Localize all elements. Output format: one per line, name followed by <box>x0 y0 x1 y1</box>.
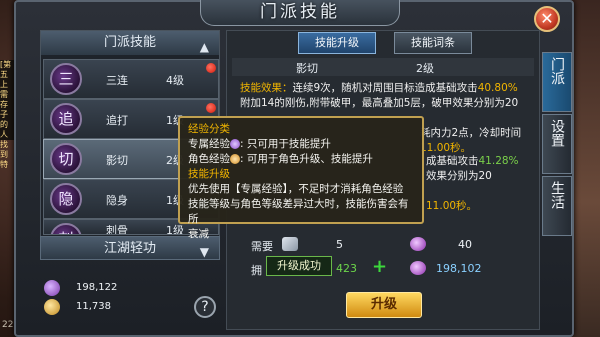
window-title: 门派技能 <box>260 2 340 22</box>
close-button[interactable]: ✕ <box>534 6 560 32</box>
purple-exp-icon <box>44 280 60 296</box>
skill-effect-line: 技能效果：连续9次，随机对周围目标造成基础攻击40.80% <box>240 82 518 94</box>
purple-exp-icon <box>410 237 426 251</box>
tooltip-line: 技能等级与角色等级差异过大时，技能伤害会有所 <box>188 198 409 225</box>
skill-icon: 隐 <box>50 183 82 215</box>
notification-dot <box>206 63 216 73</box>
side-tab-settings[interactable]: 设置 <box>542 114 572 174</box>
next-effect-line: 11.00秒。 <box>426 200 478 212</box>
skill-list-header[interactable]: 门派技能 ▲ <box>41 31 219 55</box>
add-button[interactable]: + <box>372 256 387 277</box>
notification-dot <box>206 103 216 113</box>
tooltip-heading: 技能升级 <box>188 168 230 180</box>
purple-exp-icon <box>410 261 426 275</box>
skill-icon: 三 <box>50 63 82 95</box>
have-exp: 198,102 <box>436 262 482 275</box>
currency-value: 198,122 <box>76 282 118 293</box>
skill-detail-level: 2级 <box>416 62 434 75</box>
role-exp-icon <box>230 154 240 164</box>
need-silver: 5 <box>336 238 343 251</box>
corner-level-text: 22 <box>2 320 14 330</box>
skill-icon: 追 <box>50 103 82 135</box>
upgrade-success-toast: 升级成功 <box>266 256 332 276</box>
skill-name: 隐身 <box>106 194 128 207</box>
tab-skill-entry[interactable]: 技能词条 <box>394 32 472 54</box>
skill-icon: 刺 <box>50 223 82 234</box>
currency-gold: 11,738 <box>44 299 154 315</box>
side-tab-sect[interactable]: 门派 <box>542 52 572 112</box>
lightness-skill-title: 江湖轻功 <box>103 241 156 256</box>
upgrade-button[interactable]: 升级 <box>346 292 422 318</box>
tooltip-line: 角色经验: 可用于角色升级、技能提升 <box>188 153 373 165</box>
tooltip-heading: 经验分类 <box>188 123 230 135</box>
exclusive-exp-icon <box>230 139 240 149</box>
tooltip-line: 专属经验: 只可用于技能提升 <box>188 138 331 150</box>
tab-skill-upgrade[interactable]: 技能升级 <box>298 32 376 54</box>
skill-info-header: 影切 2级 <box>232 58 534 76</box>
skill-list-title: 门派技能 <box>103 35 156 50</box>
have-silver: 423 <box>336 262 357 275</box>
skill-icon: 切 <box>50 143 82 175</box>
currency-exp: 198,122 <box>44 280 154 296</box>
exp-tooltip: 经验分类 专属经验: 只可用于技能提升 角色经验: 可用于角色升级、技能提升 技… <box>178 116 424 240</box>
background-quest-text: [第五 上需存 子的人 找到特 <box>0 60 14 169</box>
tooltip-line: 优先使用【专属经验】，不足时才消耗角色经验 <box>188 183 404 195</box>
skill-row-sanlian[interactable]: 三 三连 4级 <box>43 59 219 99</box>
next-effect-line: 效果分别为20 <box>426 170 492 182</box>
silver-icon <box>282 237 298 251</box>
skill-name: 刺骨 <box>106 224 128 235</box>
gold-exp-icon <box>44 299 60 315</box>
need-label: 需要 <box>251 240 273 253</box>
have-label: 拥 <box>251 264 262 277</box>
skill-effect-line: 附加14的刚伤,附带破甲，最高叠加5层，破甲效果分别为20 <box>240 97 519 109</box>
side-tab-life[interactable]: 生活 <box>542 176 572 236</box>
skill-name: 影切 <box>106 154 128 167</box>
window-title-bar: 门派技能 <box>200 0 400 26</box>
next-effect-line: 成基础攻击41.28% <box>426 155 519 167</box>
tooltip-line: 衰减 <box>188 228 209 240</box>
chevron-down-icon: ▼ <box>199 245 209 259</box>
chevron-up-icon: ▲ <box>199 40 209 54</box>
skill-effect-line: 耗内力2点，冷却时间11.00秒。 <box>420 127 522 154</box>
skill-name: 三连 <box>106 74 128 87</box>
skill-detail-name: 影切 <box>296 62 318 75</box>
skill-name: 追打 <box>106 114 128 127</box>
need-exp: 40 <box>458 238 472 251</box>
currency-value: 11,738 <box>76 301 111 312</box>
help-button[interactable]: ? <box>194 296 216 318</box>
skill-level: 4级 <box>166 74 184 87</box>
